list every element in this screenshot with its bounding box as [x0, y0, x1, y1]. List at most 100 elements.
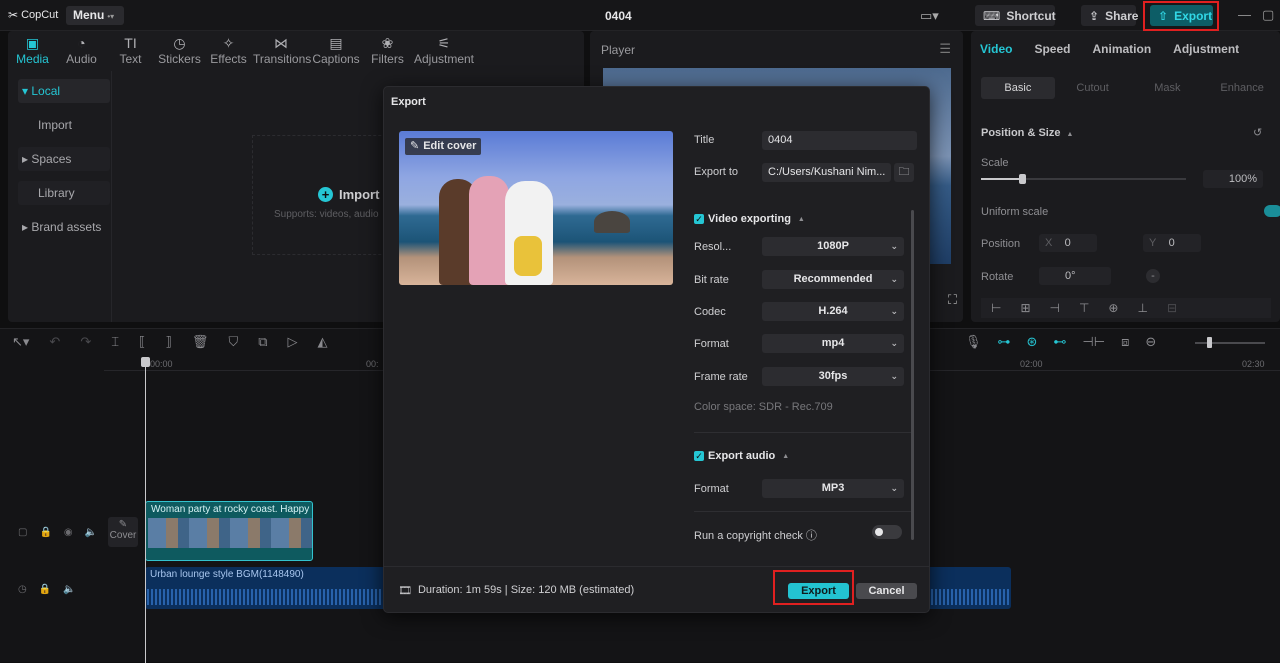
position-y-input[interactable]: Y 0: [1143, 234, 1201, 252]
tool-transitions[interactable]: ⋈ Transitions: [253, 31, 311, 71]
tool-audio[interactable]: ◔ Audio: [57, 31, 106, 71]
reset-icon[interactable]: ↺: [1253, 126, 1262, 139]
checkbox-checked-icon[interactable]: ✓: [694, 451, 704, 461]
position-x-input[interactable]: X 0: [1039, 234, 1097, 252]
distribute-icon[interactable]: ⊟: [1167, 298, 1177, 318]
tool-adjustment[interactable]: ⚟ Adjustment: [412, 31, 476, 71]
eye-icon[interactable]: ◉: [64, 527, 73, 538]
microphone-icon[interactable]: 🎙: [965, 334, 982, 350]
export-path-input[interactable]: C:/Users/Kushani Nim...: [762, 163, 891, 182]
sidebar-item-import[interactable]: Import: [18, 113, 110, 137]
hamburger-icon[interactable]: ☰: [939, 41, 951, 57]
playhead-handle[interactable]: [141, 357, 150, 367]
minimize-icon[interactable]: —: [1238, 7, 1251, 22]
checkbox-checked-icon[interactable]: ✓: [694, 214, 704, 224]
lock-icon[interactable]: 🔒: [39, 584, 51, 595]
tool-effects[interactable]: ✧ Effects: [204, 31, 253, 71]
zoom-out-icon[interactable]: ⊖: [1145, 334, 1156, 350]
playhead-line[interactable]: [145, 357, 146, 663]
rotate-dial-icon[interactable]: -: [1146, 269, 1160, 283]
timeline-zoom-slider[interactable]: [1195, 342, 1265, 344]
info-icon[interactable]: ⓘ: [806, 530, 817, 542]
menu-button[interactable]: Menu •▾: [66, 6, 124, 25]
align-middle-icon[interactable]: ⊕: [1108, 298, 1118, 318]
sidebar-item-library[interactable]: Library: [18, 181, 110, 205]
split-right-icon[interactable]: ⟧: [165, 334, 171, 350]
magnet-icon[interactable]: ⊛: [1027, 334, 1038, 350]
sidebar-item-spaces[interactable]: ▸ Spaces: [18, 147, 110, 171]
tab-speed[interactable]: Speed: [1034, 42, 1070, 56]
title-input[interactable]: 0404: [762, 131, 917, 150]
link-icon[interactable]: ⊶: [998, 334, 1011, 350]
align-right-icon[interactable]: ⊣: [1050, 298, 1060, 318]
position-size-heading[interactable]: Position & Size ▲: [981, 127, 1073, 139]
track-frame-icon[interactable]: ▢: [18, 527, 27, 538]
tab-adjustment[interactable]: Adjustment: [1173, 42, 1239, 56]
split-left-icon[interactable]: ⟦: [139, 334, 145, 350]
resolution-select[interactable]: 1080P ⌄: [762, 237, 904, 256]
snap-icon[interactable]: ⊷: [1053, 334, 1066, 350]
edit-cover-button[interactable]: ✎ Edit cover: [405, 138, 482, 155]
scale-slider-handle[interactable]: [1019, 174, 1026, 184]
folder-icon[interactable]: 🗀: [894, 163, 914, 182]
subtab-cutout[interactable]: Cutout: [1056, 77, 1130, 99]
share-button[interactable]: ⇪ Share: [1081, 5, 1138, 26]
video-clip[interactable]: Woman party at rocky coast. Happy: [145, 501, 313, 561]
timeline-zoom-handle[interactable]: [1207, 337, 1212, 348]
crop-icon[interactable]: ⧉: [258, 334, 267, 350]
undo-icon[interactable]: ↶: [49, 334, 60, 350]
split-icon[interactable]: ⌶: [111, 334, 119, 350]
export-audio-toggle[interactable]: ✓ Export audio ▲: [694, 450, 789, 462]
framerate-select[interactable]: 30fps ⌄: [762, 367, 904, 386]
copyright-check-toggle[interactable]: [872, 525, 902, 539]
delete-icon[interactable]: 🗑: [192, 334, 209, 350]
layout-icon[interactable]: ▭▾: [920, 8, 939, 24]
align-bottom-icon[interactable]: ⊥: [1137, 298, 1147, 318]
cover-thumbnail[interactable]: ✎ Edit cover: [399, 131, 673, 285]
subtab-enhance[interactable]: Enhance: [1205, 77, 1279, 99]
cover-button[interactable]: ✎ Cover: [108, 517, 138, 547]
tab-video[interactable]: Video: [980, 42, 1012, 56]
rotate-input[interactable]: 0°: [1039, 267, 1111, 285]
lock-icon[interactable]: 🔒: [39, 527, 51, 538]
color-space-text: Color space: SDR - Rec.709: [694, 401, 833, 413]
import-button[interactable]: + Import: [318, 187, 379, 202]
tool-media[interactable]: ▣ Media: [8, 31, 57, 71]
cancel-button[interactable]: Cancel: [856, 583, 917, 599]
audio-track-icon[interactable]: ◷: [18, 584, 27, 595]
fullscreen-icon[interactable]: ⛶: [948, 292, 957, 308]
speaker-icon[interactable]: 🔈: [85, 527, 97, 538]
bitrate-select[interactable]: Recommended ⌄: [762, 270, 904, 289]
audio-format-select[interactable]: MP3 ⌄: [762, 479, 904, 498]
align-left-icon[interactable]: ⊢: [991, 298, 1001, 318]
align-center-icon[interactable]: ⊞: [1020, 298, 1030, 318]
subtab-mask[interactable]: Mask: [1131, 77, 1205, 99]
marker-icon[interactable]: ⛉: [228, 334, 238, 350]
scale-slider[interactable]: [981, 174, 1186, 184]
redo-icon[interactable]: ↷: [80, 334, 91, 350]
speaker-icon[interactable]: 🔈: [63, 584, 75, 595]
sticker-icon: ◷: [173, 35, 186, 51]
preview-icon[interactable]: ⧈: [1121, 334, 1129, 350]
dialog-scrollbar[interactable]: [911, 210, 914, 540]
tab-animation[interactable]: Animation: [1092, 42, 1151, 56]
shortcut-button[interactable]: ⌨ Shortcut: [975, 5, 1056, 26]
align-top-icon[interactable]: ⊤: [1079, 298, 1089, 318]
codec-select[interactable]: H.264 ⌄: [762, 302, 904, 321]
tool-filters[interactable]: ❀ Filters: [363, 31, 412, 71]
tool-text[interactable]: TI Text: [106, 31, 155, 71]
sidebar-item-local[interactable]: ▾ Local: [18, 79, 110, 103]
sidebar-item-brand-assets[interactable]: ▸ Brand assets: [18, 215, 110, 239]
scale-input[interactable]: 100%: [1203, 170, 1263, 188]
uniform-scale-toggle[interactable]: [1264, 205, 1280, 217]
video-exporting-toggle[interactable]: ✓ Video exporting ▲: [694, 213, 805, 225]
play-circle-icon[interactable]: ▷: [288, 334, 298, 350]
subtab-basic[interactable]: Basic: [981, 77, 1055, 99]
format-select[interactable]: mp4 ⌄: [762, 334, 904, 353]
split-view-icon[interactable]: ⊣⊢: [1082, 334, 1105, 350]
mask-icon[interactable]: ◭: [318, 334, 328, 350]
tool-captions[interactable]: ▤ Captions: [309, 31, 363, 71]
maximize-icon[interactable]: ▢: [1262, 7, 1274, 23]
tool-stickers[interactable]: ◷ Stickers: [155, 31, 204, 71]
select-cursor-icon[interactable]: ↖▾: [12, 334, 29, 350]
